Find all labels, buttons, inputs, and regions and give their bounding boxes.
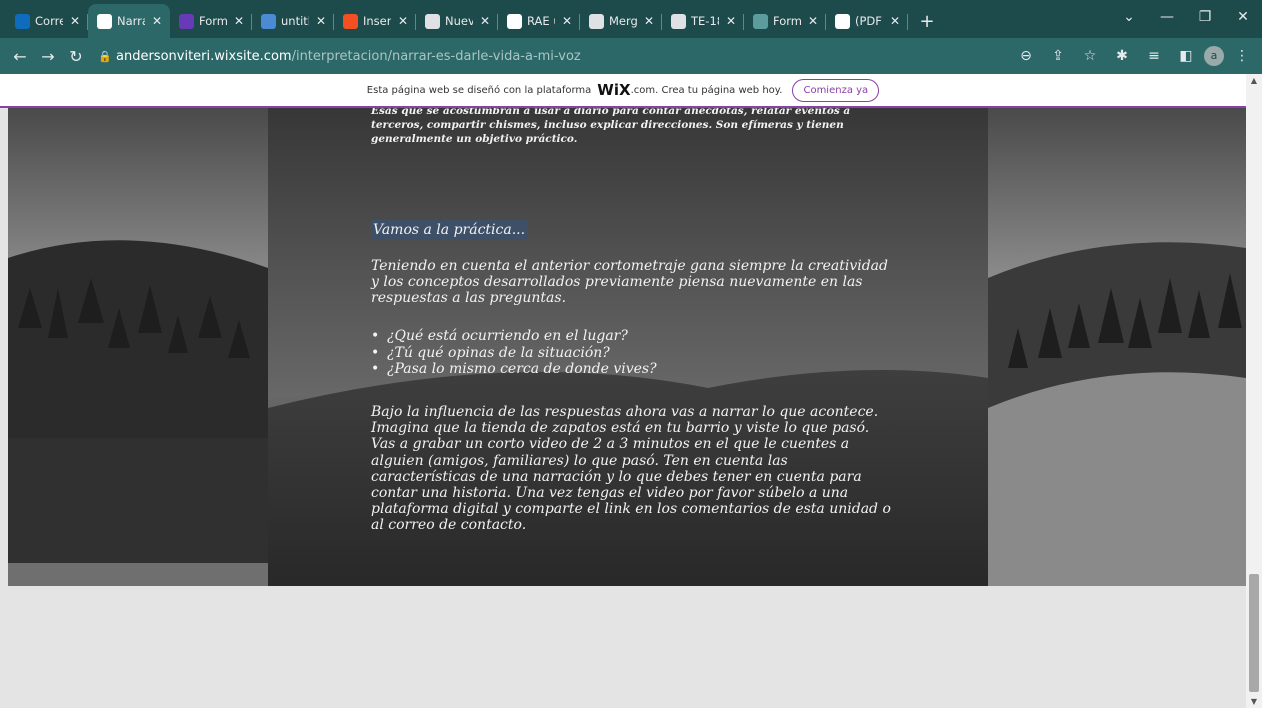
window-controls: ⌄ — ❐ ✕ [1110,0,1262,34]
tab-strip: Correc✕Narrar✕Formu✕untitle✕Inserta✕Nuev… [0,0,1262,38]
questions-list: ¿Qué está ocurriendo en el lugar? ¿Tú qu… [371,328,657,378]
tab-title: Merge [609,14,637,28]
instructions-paragraph: Bajo la influencia de las respuestas aho… [371,404,891,534]
list-item: ¿Tú qué opinas de la situación? [371,345,657,362]
bookmark-star-icon[interactable]: ☆ [1076,48,1104,64]
close-tab-icon[interactable]: ✕ [232,14,246,28]
page-content: Esas que se acostumbran a usar a diario … [0,108,1246,708]
close-tab-icon[interactable]: ✕ [888,14,902,28]
intro-paragraph: Teniendo en cuenta el anterior cortometr… [371,258,888,307]
tab-title: untitle [281,14,309,28]
close-tab-icon[interactable]: ✕ [396,14,410,28]
chrome-icon [671,13,686,29]
wix-banner: Esta página web se diseñó con la platafo… [0,74,1246,108]
close-tab-icon[interactable]: ✕ [150,14,164,28]
google-icon [507,13,522,29]
wix-banner-text-after: .com. Crea tu página web hoy. [630,84,783,96]
tab-4[interactable]: Inserta ✕ [334,4,416,38]
docs-icon [261,13,276,29]
close-tab-icon[interactable]: ✕ [806,14,820,28]
close-tab-icon[interactable]: ✕ [68,14,82,28]
profile-avatar[interactable]: a [1204,46,1224,66]
chrome-icon [589,13,604,29]
tab-6[interactable]: RAE u ✕ [498,4,580,38]
restore-button[interactable]: ❐ [1186,9,1224,25]
tab-title: TE-18 [691,14,719,28]
tab-separator [907,14,908,30]
close-tab-icon[interactable]: ✕ [478,14,492,28]
tab-2[interactable]: Formu ✕ [170,4,252,38]
tab-title: Narrar [117,14,145,28]
tab-1[interactable]: Narrar ✕ [88,4,170,38]
tab-title: Inserta [363,14,391,28]
list-item: ¿Pasa lo mismo cerca de donde vives? [371,361,657,378]
start-now-button[interactable]: Comienza ya [792,78,880,102]
wix-icon [97,13,112,29]
zoom-icon[interactable]: ⊖ [1012,48,1040,64]
list-item: ¿Qué está ocurriendo en el lugar? [371,328,657,345]
tab-8[interactable]: TE-18 ✕ [662,4,744,38]
address-bar[interactable]: 🔒 andersonviteri.wixsite.com/interpretac… [98,42,958,70]
tab-title: RAE u [527,14,555,28]
tab-title: Nueva [445,14,473,28]
menu-icon[interactable]: ⋮ [1228,48,1256,64]
tab-title: Formu [199,14,227,28]
tab-7[interactable]: Merge ✕ [580,4,662,38]
tab-0[interactable]: Correc ✕ [6,4,88,38]
academia-icon [835,13,850,29]
url-path: /interpretacion/narrar-es-darle-vida-a-m… [291,48,581,64]
close-tab-icon[interactable]: ✕ [724,14,738,28]
outlook-icon [15,13,30,29]
tab-10[interactable]: (PDF) ✕ [826,4,908,38]
chrome-icon [425,13,440,29]
wix-banner-text: Esta página web se diseñó con la platafo… [366,84,592,96]
shield-icon [753,13,768,29]
scrollbar-thumb[interactable] [1249,574,1259,692]
scroll-up-arrow[interactable]: ▲ [1246,76,1262,85]
close-tab-icon[interactable]: ✕ [642,14,656,28]
microsoft-icon [343,13,358,29]
reading-list-icon[interactable]: ≡ [1140,48,1168,64]
browser-toolbar: ← → ↻ 🔒 andersonviteri.wixsite.com/inter… [0,38,1262,74]
close-tab-icon[interactable]: ✕ [560,14,574,28]
forward-button[interactable]: → [34,47,62,66]
close-tab-icon[interactable]: ✕ [314,14,328,28]
tab-title: Correc [35,14,63,28]
forms-icon [179,13,194,29]
close-window-button[interactable]: ✕ [1224,9,1262,25]
url-host: andersonviteri.wixsite.com [116,48,292,64]
article-cut-paragraph: Esas que se acostumbran a usar a diario … [371,108,851,145]
wix-logo: WiX [597,81,631,99]
section-heading: Vamos a la práctica... [371,220,528,240]
scroll-down-arrow[interactable]: ▼ [1246,697,1262,706]
side-panel-icon[interactable]: ◧ [1172,48,1200,64]
minimize-button[interactable]: — [1148,9,1186,25]
tab-3[interactable]: untitle ✕ [252,4,334,38]
tab-5[interactable]: Nueva ✕ [416,4,498,38]
share-icon[interactable]: ⇪ [1044,48,1072,64]
tab-9[interactable]: Forma ✕ [744,4,826,38]
tab-title: Forma [773,14,801,28]
tab-title: (PDF) [855,14,883,28]
back-button[interactable]: ← [6,47,34,66]
tab-search-icon[interactable]: ⌄ [1110,9,1148,25]
reload-button[interactable]: ↻ [62,47,90,66]
page-scrollbar[interactable]: ▲ ▼ [1246,74,1262,708]
new-tab-button[interactable]: + [912,4,942,38]
lock-icon[interactable]: 🔒 [98,50,116,63]
extensions-icon[interactable]: ✱ [1108,48,1136,64]
